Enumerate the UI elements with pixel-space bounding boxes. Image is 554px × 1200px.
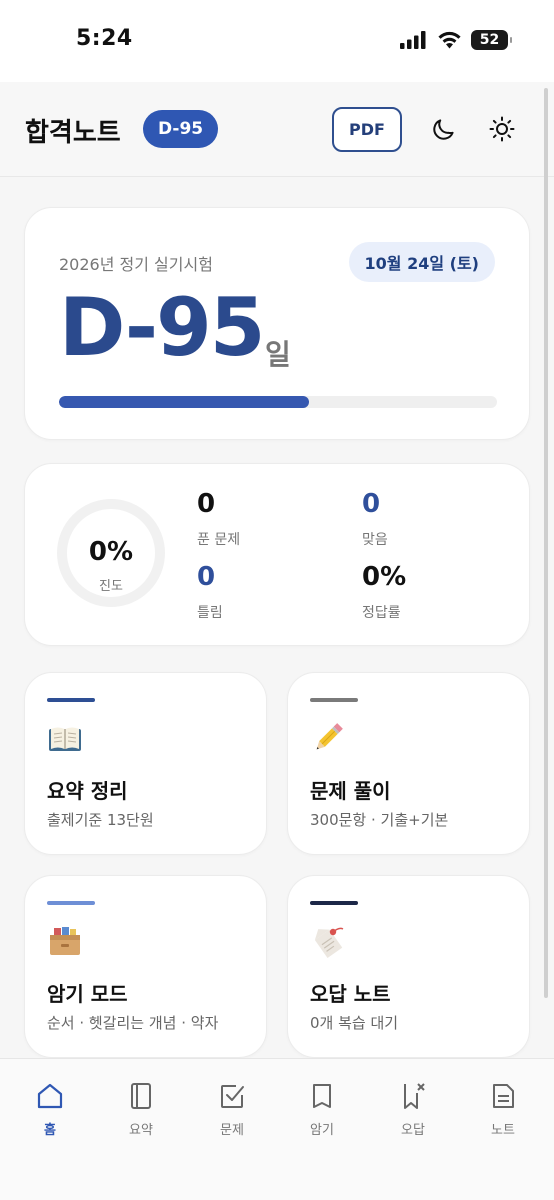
menu-subtitle: 300문항 · 기출+기본 — [310, 811, 449, 829]
menu-title: 문제 풀이 — [310, 779, 391, 803]
flashcard-icon — [313, 1084, 331, 1108]
moon-icon — [433, 119, 454, 140]
dday-unit: 일 — [265, 338, 291, 371]
nav-item-notes[interactable]: 노트 — [468, 1081, 538, 1138]
stat-solved-value: 0 — [197, 489, 216, 519]
battery-icon: 52 — [471, 30, 512, 50]
nav-label: 오답 — [401, 1123, 425, 1138]
status-bar: 5:24 52 — [0, 0, 554, 82]
bottom-nav: 홈 요약 문제 암기 오답 노트 — [0, 1058, 554, 1200]
nav-item-memorize[interactable]: 암기 — [287, 1081, 357, 1138]
signal-icon — [400, 31, 426, 49]
wifi-icon — [438, 31, 461, 49]
theme-toggle[interactable] — [488, 115, 516, 143]
nav-label: 홈 — [44, 1123, 56, 1138]
stat-correct-value: 0 — [362, 489, 381, 519]
nav-label: 암기 — [310, 1123, 334, 1138]
status-icons: 52 — [400, 30, 512, 50]
dark-mode-toggle[interactable] — [430, 115, 458, 143]
menu-accent-bar — [47, 698, 95, 702]
app-title: 합격노트 — [25, 118, 121, 148]
exam-date-badge: 10월 24일 (토) — [348, 242, 495, 282]
stat-correct-label: 맞음 — [362, 532, 388, 548]
stat-rate: 0% 정답률 — [362, 564, 406, 622]
menu-card-wrong-notes[interactable]: 오답 노트 0개 복습 대기 — [287, 875, 530, 1058]
bookmark-x-icon — [404, 1083, 425, 1109]
menu-subtitle: 0개 복습 대기 — [310, 1014, 399, 1032]
scrollbar[interactable] — [544, 88, 548, 998]
menu-subtitle: 출제기준 13단원 — [47, 811, 154, 829]
menu-accent-bar — [310, 901, 358, 905]
nav-item-wrong[interactable]: 오답 — [378, 1081, 448, 1138]
nav-item-summary[interactable]: 요약 — [106, 1081, 176, 1138]
stats-card: 0% 진도 0 푼 문제 0 맞음 0 틀림 0% 정답률 — [24, 463, 530, 646]
nav-item-quiz[interactable]: 문제 — [197, 1081, 267, 1138]
stat-solved-label: 푼 문제 — [197, 532, 241, 548]
dday-progress-fill — [59, 396, 309, 408]
menu-card-quiz[interactable]: 문제 풀이 300문항 · 기출+기본 — [287, 672, 530, 855]
card-box-icon — [50, 927, 80, 955]
stat-wrong: 0 틀림 — [197, 564, 223, 622]
pdf-button[interactable]: PDF — [332, 107, 402, 152]
open-book-icon — [49, 727, 81, 751]
stat-correct: 0 맞음 — [362, 491, 388, 549]
menu-accent-bar — [310, 698, 358, 702]
menu-card-summary[interactable]: 요약 정리 출제기준 13단원 — [24, 672, 267, 855]
progress-label: 진도 — [99, 579, 123, 594]
stat-solved: 0 푼 문제 — [197, 491, 240, 549]
progress-value: 0% — [88, 537, 134, 567]
dday-count: D-95 — [59, 281, 265, 374]
nav-label: 문제 — [220, 1123, 244, 1138]
stat-rate-value: 0% — [362, 562, 407, 592]
menu-subtitle: 순서 · 헷갈리는 개념 · 약자 — [47, 1014, 219, 1032]
progress-ring: 0% 진도 — [57, 499, 165, 607]
exam-dday-card: 2026년 정기 실기시험 10월 24일 (토) D-95 일 — [24, 207, 530, 440]
nav-label: 노트 — [491, 1123, 515, 1138]
tag-icon — [314, 927, 344, 958]
exam-name: 2026년 정기 실기시험 — [59, 255, 213, 274]
menu-title: 오답 노트 — [310, 982, 391, 1006]
note-icon — [493, 1084, 514, 1108]
menu-title: 암기 모드 — [47, 982, 128, 1006]
nav-item-home[interactable]: 홈 — [15, 1081, 85, 1138]
stat-rate-label: 정답률 — [362, 605, 401, 621]
dday-progress-track — [59, 396, 497, 408]
home-screen: 5:24 52 합격노트 D-95 PDF 2026년 정기 실기시험 10월 … — [0, 0, 554, 1200]
pencil-icon — [316, 723, 343, 750]
app-header: 합격노트 D-95 PDF — [0, 82, 554, 177]
stat-wrong-label: 틀림 — [197, 605, 223, 621]
menu-accent-bar — [47, 901, 95, 905]
status-time: 5:24 — [76, 26, 133, 51]
checkbox-icon — [221, 1085, 244, 1108]
menu-card-memorize[interactable]: 암기 모드 순서 · 헷갈리는 개념 · 약자 — [24, 875, 267, 1058]
menu-title: 요약 정리 — [47, 779, 128, 803]
stat-wrong-value: 0 — [197, 562, 216, 592]
home-icon — [37, 1083, 63, 1109]
book-icon — [131, 1083, 151, 1109]
dday-badge: D-95 — [143, 110, 219, 148]
nav-label: 요약 — [129, 1123, 153, 1138]
sun-icon — [489, 116, 515, 142]
